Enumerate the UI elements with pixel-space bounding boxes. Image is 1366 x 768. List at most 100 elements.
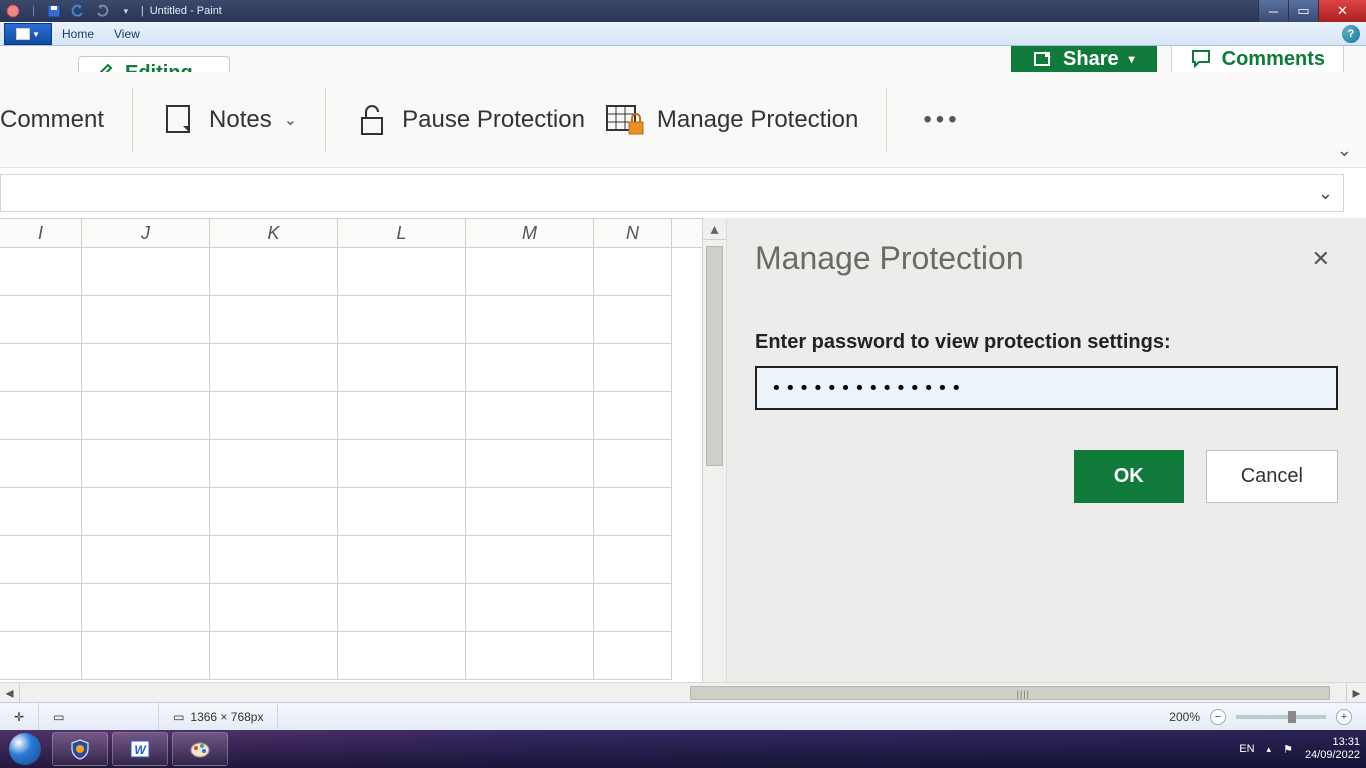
minimize-button[interactable]: ─ bbox=[1258, 0, 1288, 22]
paint-status-bar: ✛ ▭ ▭ 1366 × 768px 200% − + bbox=[0, 702, 1366, 730]
column-header[interactable]: K bbox=[210, 219, 338, 247]
ribbon-pause-protection[interactable]: Pause Protection bbox=[344, 96, 595, 144]
qat-separator: | bbox=[141, 5, 144, 17]
shield-icon bbox=[69, 738, 91, 760]
comment-icon bbox=[1190, 48, 1212, 70]
flag-icon[interactable]: ⚑ bbox=[1283, 743, 1293, 756]
table-row[interactable] bbox=[0, 440, 702, 488]
canvas-size-label: 1366 × 768px bbox=[190, 710, 263, 724]
ok-button[interactable]: OK bbox=[1074, 450, 1184, 503]
zoom-level-label: 200% bbox=[1169, 710, 1200, 724]
table-row[interactable] bbox=[0, 632, 702, 680]
language-indicator[interactable]: EN bbox=[1239, 743, 1254, 755]
zoom-slider-thumb[interactable] bbox=[1288, 711, 1296, 723]
table-row[interactable] bbox=[0, 584, 702, 632]
column-header[interactable]: N bbox=[594, 219, 672, 247]
ribbon-pause-protection-label: Pause Protection bbox=[402, 106, 585, 134]
help-icon[interactable]: ? bbox=[1342, 25, 1360, 43]
comments-label: Comments bbox=[1222, 48, 1325, 71]
windows-logo-icon bbox=[9, 733, 41, 765]
table-row[interactable] bbox=[0, 488, 702, 536]
grid-lock-icon bbox=[605, 102, 645, 138]
paint-app-icon bbox=[4, 2, 22, 20]
column-header[interactable]: J bbox=[82, 219, 210, 247]
ribbon-manage-protection[interactable]: Manage Protection bbox=[595, 96, 868, 144]
table-row[interactable] bbox=[0, 248, 702, 296]
taskbar-app-button[interactable] bbox=[172, 732, 228, 766]
maximize-button[interactable]: ▭ bbox=[1288, 0, 1318, 22]
zoom-slider[interactable] bbox=[1236, 715, 1326, 719]
menu-home[interactable]: Home bbox=[52, 27, 104, 41]
cursor-position-cell: ✛ bbox=[0, 703, 39, 730]
scroll-grip-icon: |||| bbox=[1017, 689, 1030, 699]
scroll-up-icon[interactable]: ▴ bbox=[703, 218, 726, 240]
column-header[interactable]: I bbox=[0, 219, 82, 247]
paint-menubar: ▼ Home View ? bbox=[0, 22, 1366, 46]
password-input[interactable] bbox=[755, 366, 1338, 410]
chevron-down-icon: ▾ bbox=[1129, 52, 1135, 66]
scroll-thumb[interactable] bbox=[690, 686, 1330, 700]
column-header[interactable]: L bbox=[338, 219, 466, 247]
window-titlebar: | ▾ | Untitled - Paint ─ ▭ ✕ bbox=[0, 0, 1366, 22]
crosshair-icon: ✛ bbox=[14, 710, 24, 724]
excel-body: I J K L M N ▴ bbox=[0, 218, 1366, 682]
formula-bar[interactable]: ⌄ bbox=[0, 174, 1344, 212]
save-icon[interactable] bbox=[45, 2, 63, 20]
ribbon-separator bbox=[132, 88, 133, 152]
ribbon-notes-label: Notes bbox=[209, 106, 272, 134]
ribbon-separator bbox=[325, 88, 326, 152]
excel-ribbon: Comment Notes ⌄ Pause Protection Manage … bbox=[0, 72, 1366, 168]
note-icon bbox=[161, 102, 197, 138]
panel-close-button[interactable]: ✕ bbox=[1304, 242, 1338, 276]
document-icon bbox=[16, 28, 30, 40]
share-icon bbox=[1033, 49, 1053, 69]
start-button[interactable] bbox=[0, 730, 50, 768]
table-row[interactable] bbox=[0, 296, 702, 344]
scroll-thumb[interactable] bbox=[706, 246, 723, 466]
chevron-down-icon: ⌄ bbox=[284, 110, 297, 130]
table-row[interactable] bbox=[0, 392, 702, 440]
tray-expand-icon[interactable]: ▴ bbox=[1267, 744, 1272, 755]
zoom-in-button[interactable]: + bbox=[1336, 709, 1352, 725]
selection-size-cell: ▭ bbox=[39, 703, 159, 730]
taskbar-app-button[interactable]: W bbox=[112, 732, 168, 766]
column-header[interactable]: M bbox=[466, 219, 594, 247]
panel-title: Manage Protection bbox=[755, 240, 1024, 277]
scroll-right-icon[interactable]: ▸ bbox=[1346, 683, 1366, 702]
clock-time: 13:31 bbox=[1305, 736, 1360, 749]
dropdown-icon: ▼ bbox=[32, 30, 40, 39]
taskbar-app-button[interactable] bbox=[52, 732, 108, 766]
cancel-button[interactable]: Cancel bbox=[1206, 450, 1338, 503]
spreadsheet-grid[interactable]: I J K L M N bbox=[0, 218, 702, 682]
scroll-left-icon[interactable]: ◂ bbox=[0, 683, 20, 702]
password-prompt-label: Enter password to view protection settin… bbox=[755, 331, 1338, 354]
table-row[interactable] bbox=[0, 536, 702, 584]
formula-expand-icon[interactable]: ⌄ bbox=[1318, 183, 1333, 204]
system-tray: EN ▴ ⚑ 13:31 24/09/2022 bbox=[1239, 730, 1360, 768]
close-button[interactable]: ✕ bbox=[1318, 0, 1366, 22]
table-row[interactable] bbox=[0, 344, 702, 392]
redo-icon[interactable] bbox=[93, 2, 111, 20]
horizontal-scrollbar[interactable]: ◂ |||| ▸ bbox=[0, 682, 1366, 702]
clock-date: 24/09/2022 bbox=[1305, 749, 1360, 762]
window-title: Untitled - Paint bbox=[150, 5, 222, 17]
ribbon-more-button[interactable]: ••• bbox=[905, 106, 978, 134]
unlock-icon bbox=[354, 102, 390, 138]
ribbon-notes[interactable]: Notes ⌄ bbox=[151, 96, 307, 144]
ribbon-collapse-icon[interactable]: ⌄ bbox=[1337, 140, 1352, 161]
menu-view[interactable]: View bbox=[104, 27, 150, 41]
paint-canvas[interactable]: Editing ⌄ Share ▾ Comments Comment Notes… bbox=[0, 46, 1366, 702]
svg-text:W: W bbox=[134, 743, 147, 757]
ribbon-new-comment[interactable]: Comment bbox=[0, 100, 114, 140]
zoom-out-button[interactable]: − bbox=[1210, 709, 1226, 725]
word-icon: W bbox=[129, 738, 151, 760]
column-headers: I J K L M N bbox=[0, 218, 702, 248]
ribbon-new-comment-label: Comment bbox=[0, 106, 104, 134]
paint-file-button[interactable]: ▼ bbox=[4, 23, 52, 45]
vertical-scrollbar[interactable]: ▴ bbox=[702, 218, 726, 682]
taskbar-clock[interactable]: 13:31 24/09/2022 bbox=[1305, 736, 1360, 762]
canvas-size-cell: ▭ 1366 × 768px bbox=[159, 703, 278, 730]
selection-icon: ▭ bbox=[53, 710, 64, 724]
undo-icon[interactable] bbox=[69, 2, 87, 20]
customize-qat-icon[interactable]: ▾ bbox=[117, 2, 135, 20]
